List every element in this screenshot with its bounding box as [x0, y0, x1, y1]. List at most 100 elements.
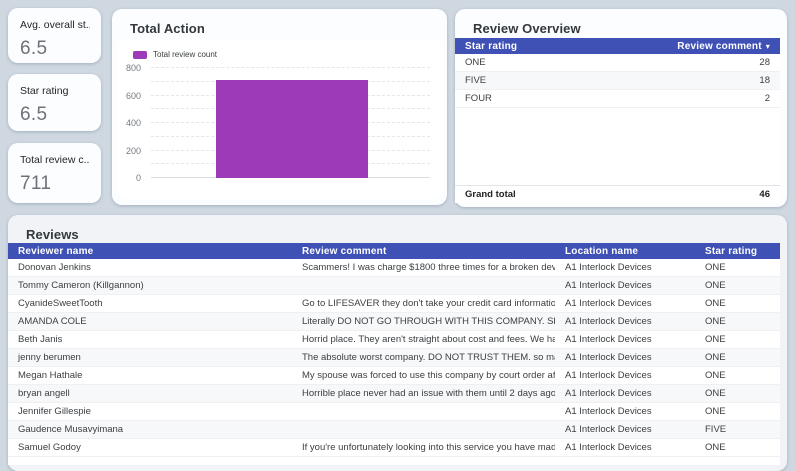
review-row[interactable]: Beth Janis Horrid place. They aren't str…	[8, 331, 780, 349]
review-comment-cell: Go to LIFESAVER they don't take your cre…	[302, 298, 555, 309]
reviewer-name-cell: Donovan Jenkins	[18, 262, 91, 273]
review-overview-card[interactable]: Review Overview Star rating Review comme…	[455, 9, 787, 207]
scorecard-avg-overall[interactable]: Avg. overall st... 6.5	[8, 8, 101, 63]
column-header-reviewer-name[interactable]: Reviewer name	[8, 246, 292, 257]
review-comment-cell: Horrid place. They aren't straight about…	[302, 334, 555, 345]
star-rating-cell: ONE	[705, 406, 726, 417]
star-rating-cell: ONE	[705, 370, 726, 381]
reviewer-name-cell: jenny berumen	[18, 352, 81, 363]
reviewer-name-cell: Samuel Godoy	[18, 442, 81, 453]
reviews-table: Reviewer name Review comment Location na…	[8, 243, 780, 465]
reviewer-name-cell: AMANDA COLE	[18, 316, 87, 327]
location-name-cell: A1 Interlock Devices	[565, 424, 652, 435]
star-rating-cell: ONE	[705, 334, 726, 345]
review-comment-cell: Literally DO NOT GO THROUGH WITH THIS CO…	[302, 316, 555, 327]
star-rating-cell: FOUR	[465, 93, 492, 104]
y-axis-tick-label: 400	[125, 118, 141, 128]
chart-legend: Total review count	[133, 50, 217, 59]
total-review-count-bar[interactable]	[216, 80, 368, 178]
star-rating-cell: FIVE	[465, 75, 487, 86]
location-name-cell: A1 Interlock Devices	[565, 280, 652, 291]
review-row[interactable]: Donovan Jenkins Scammers! I was charge $…	[8, 259, 780, 277]
scorecard-star-rating[interactable]: Star rating 6.5	[8, 74, 101, 131]
location-name-cell: A1 Interlock Devices	[565, 352, 652, 363]
location-name-cell: A1 Interlock Devices	[565, 298, 652, 309]
review-overview-header: Star rating Review comment ▾	[455, 38, 780, 54]
star-rating-cell: ONE	[705, 388, 726, 399]
review-row[interactable]: CyanideSweetTooth Go to LIFESAVER they d…	[8, 295, 780, 313]
scorecard-total-reviews[interactable]: Total review c... 711	[8, 143, 101, 203]
review-row[interactable]: Samuel Godoy If you're unfortunately loo…	[8, 439, 780, 457]
star-rating-cell: FIVE	[705, 424, 727, 435]
grand-total-label: Grand total	[465, 189, 516, 200]
review-overview-row[interactable]: FIVE 18	[455, 72, 780, 90]
chart-area: Total review count 0 200 400 600 800	[117, 39, 442, 199]
grand-total-row: Grand total 46	[455, 185, 780, 203]
column-header-star-rating[interactable]: Star rating	[695, 246, 780, 257]
scorecard-label: Total review c...	[20, 154, 90, 166]
location-name-cell: A1 Interlock Devices	[565, 442, 652, 453]
y-axis-tick-label: 800	[125, 63, 141, 73]
review-row[interactable]: Jennifer Gillespie A1 Interlock Devices …	[8, 403, 780, 421]
reviewer-name-cell: Jennifer Gillespie	[18, 406, 91, 417]
review-comment-cell: If you're unfortunately looking into thi…	[302, 442, 555, 453]
column-header-star-rating[interactable]: Star rating	[465, 41, 517, 52]
scorecard-label: Star rating	[20, 85, 69, 97]
total-action-chart-card[interactable]: Total Action Total review count 0 200 400 6…	[112, 9, 447, 205]
reviews-table-header: Reviewer name Review comment Location na…	[8, 243, 780, 259]
review-row[interactable]: jenny berumen The absolute worst company…	[8, 349, 780, 367]
star-rating-cell: ONE	[705, 280, 726, 291]
review-overview-row[interactable]: FOUR 2	[455, 90, 780, 108]
scorecard-label: Avg. overall st...	[20, 19, 90, 31]
review-row[interactable]: Megan Hathale My spouse was forced to us…	[8, 367, 780, 385]
review-overview-title: Review Overview	[473, 21, 581, 36]
review-overview-body: ONE 28 FIVE 18 FOUR 2	[455, 54, 780, 185]
star-rating-cell: ONE	[705, 316, 726, 327]
reviewer-name-cell: Gaudence Musavyimana	[18, 424, 124, 435]
reviews-table-body: Donovan Jenkins Scammers! I was charge $…	[8, 259, 780, 457]
star-rating-cell: ONE	[705, 352, 726, 363]
review-row[interactable]: Gaudence Musavyimana A1 Interlock Device…	[8, 421, 780, 439]
legend-label: Total review count	[153, 50, 218, 59]
chart-plot	[151, 67, 430, 178]
reviewer-name-cell: Megan Hathale	[18, 370, 83, 381]
location-name-cell: A1 Interlock Devices	[565, 262, 652, 273]
chart-title: Total Action	[130, 21, 205, 36]
y-axis-tick-label: 200	[125, 145, 141, 156]
review-comment-cell: Scammers! I was charge $1800 three times…	[302, 262, 555, 273]
location-name-cell: A1 Interlock Devices	[565, 316, 652, 327]
grand-total-value: 46	[759, 189, 770, 200]
legend-swatch	[133, 50, 147, 59]
column-header-location-name[interactable]: Location name	[555, 246, 695, 257]
review-comment-cell: The absolute worst company. DO NOT TRUST…	[302, 352, 555, 363]
review-comment-cell: My spouse was forced to use this company…	[302, 370, 555, 381]
reviews-card[interactable]: Reviews Reviewer name Review comment Loc…	[8, 215, 787, 471]
reviewer-name-cell: Beth Janis	[18, 334, 63, 345]
review-comment-count-cell: 28	[759, 57, 770, 68]
reviewer-name-cell: bryan angell	[18, 388, 70, 399]
gridline	[151, 67, 430, 68]
review-row[interactable]: bryan angell Horrible place never had an…	[8, 385, 780, 403]
review-comment-cell: Horrible place never had an issue with t…	[302, 388, 555, 399]
reviewer-name-cell: CyanideSweetTooth	[18, 298, 103, 309]
review-row[interactable]: AMANDA COLE Literally DO NOT GO THROUGH …	[8, 313, 780, 331]
y-axis-tick-label: 600	[125, 90, 141, 101]
star-rating-cell: ONE	[705, 262, 726, 273]
reviewer-name-cell: Tommy Cameron (Killgannon)	[18, 280, 144, 291]
chart-y-axis: 0 200 400 600 800	[117, 63, 145, 183]
scorecard-value: 6.5	[20, 38, 48, 59]
column-header-review-comment[interactable]: Review comment	[292, 246, 555, 257]
review-comment-count-cell: 2	[764, 93, 770, 104]
column-header-review-comment[interactable]: Review comment ▾	[677, 41, 770, 52]
scorecard-value: 711	[20, 173, 52, 194]
review-overview-row[interactable]: ONE 28	[455, 54, 780, 72]
location-name-cell: A1 Interlock Devices	[565, 334, 652, 345]
sort-descending-icon: ▾	[765, 41, 770, 51]
review-comment-count-cell: 18	[759, 75, 770, 86]
y-axis-tick-label: 0	[135, 173, 141, 183]
location-name-cell: A1 Interlock Devices	[565, 370, 652, 381]
location-name-cell: A1 Interlock Devices	[565, 388, 652, 399]
review-row[interactable]: Tommy Cameron (Killgannon) A1 Interlock …	[8, 277, 780, 295]
star-rating-cell: ONE	[705, 442, 726, 453]
location-name-cell: A1 Interlock Devices	[565, 406, 652, 417]
